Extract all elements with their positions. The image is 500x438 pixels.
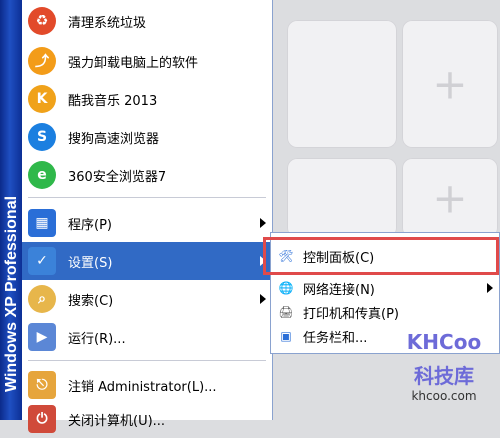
search-icon: ⌕ xyxy=(28,285,56,313)
menu-item-label: 关闭计算机(U)... xyxy=(68,413,166,429)
chevron-right-icon xyxy=(260,218,266,228)
kuwo-music-icon: K xyxy=(28,85,56,113)
menu-item-label: 注销 Administrator(L)... xyxy=(68,379,217,395)
watermark-url: khcoo.com xyxy=(411,389,477,403)
menu-separator xyxy=(28,197,266,198)
pinned-item[interactable]: ♻ 清理系统垃圾 xyxy=(22,2,272,40)
desktop-tile: + xyxy=(402,20,498,148)
uninstall-icon: ⤴ xyxy=(28,47,56,75)
submenu-item-label: 打印机和传真(P) xyxy=(303,306,399,322)
submenu-item-printer[interactable]: 🖨 打印机和传真(P) xyxy=(271,299,499,325)
start-menu: ♻ 清理系统垃圾 ⤴ 强力卸载电脑上的软件 K 酷我音乐 2013 S 搜狗高速… xyxy=(22,0,273,433)
pinned-item-label: 清理系统垃圾 xyxy=(68,15,147,31)
submenu-item-network[interactable]: 🌐 网络连接(N) xyxy=(271,275,499,301)
menu-item-settings[interactable]: ✓ 设置(S) xyxy=(22,242,272,280)
watermark-logo: KHCoo xyxy=(406,330,482,354)
banner-text: Windows XP Professional xyxy=(3,195,20,392)
360-browser-icon: e xyxy=(28,161,56,189)
programs-icon: ▦ xyxy=(28,209,56,237)
pinned-item-label: 搜狗高速浏览器 xyxy=(68,131,160,147)
chevron-right-icon xyxy=(487,283,493,293)
menu-item-label: 搜索(C) xyxy=(68,293,114,309)
pinned-item-label: 强力卸载电脑上的软件 xyxy=(68,55,199,71)
cleanup-icon: ♻ xyxy=(28,7,56,35)
menu-item-logoff[interactable]: ⎋ 注销 Administrator(L)... xyxy=(22,366,272,404)
menu-item-search[interactable]: ⌕ 搜索(C) xyxy=(22,280,272,318)
submenu-item-label: 任务栏和... xyxy=(303,330,368,346)
menu-separator xyxy=(28,360,266,361)
shutdown-icon: ⏻ xyxy=(28,405,56,433)
printer-icon: 🖨 xyxy=(278,305,294,319)
pinned-item[interactable]: S 搜狗高速浏览器 xyxy=(22,118,272,156)
menu-item-label: 程序(P) xyxy=(68,217,112,233)
network-icon: 🌐 xyxy=(278,281,294,295)
chevron-right-icon xyxy=(260,294,266,304)
watermark-name: 科技库 xyxy=(414,364,474,388)
highlight-box xyxy=(263,237,499,275)
pinned-item[interactable]: ⤴ 强力卸载电脑上的软件 xyxy=(22,42,272,80)
logoff-icon: ⎋ xyxy=(28,371,56,399)
settings-icon: ✓ xyxy=(28,247,56,275)
watermark: KHCoo 科技库 khcoo.com xyxy=(396,330,492,412)
desktop-tile: + xyxy=(402,158,498,238)
pinned-item[interactable]: e 360安全浏览器7 xyxy=(22,156,272,194)
desktop-tile xyxy=(287,20,397,148)
menu-item-label: 设置(S) xyxy=(68,255,113,271)
pinned-item-label: 酷我音乐 2013 xyxy=(68,93,158,109)
sogou-browser-icon: S xyxy=(28,123,56,151)
menu-item-shutdown[interactable]: ⏻ 关闭计算机(U)... xyxy=(22,400,272,438)
pinned-item-label: 360安全浏览器7 xyxy=(68,169,167,185)
menu-item-label: 运行(R)... xyxy=(68,331,126,347)
run-icon: ▶ xyxy=(28,323,56,351)
desktop-tile xyxy=(287,158,397,238)
menu-item-programs[interactable]: ▦ 程序(P) xyxy=(22,204,272,242)
taskbar-icon: ▣ xyxy=(280,329,292,343)
pinned-item[interactable]: K 酷我音乐 2013 xyxy=(22,80,272,118)
submenu-item-label: 网络连接(N) xyxy=(303,282,375,298)
windows-banner: Windows XP Professional xyxy=(0,0,22,420)
menu-item-run[interactable]: ▶ 运行(R)... xyxy=(22,318,272,356)
